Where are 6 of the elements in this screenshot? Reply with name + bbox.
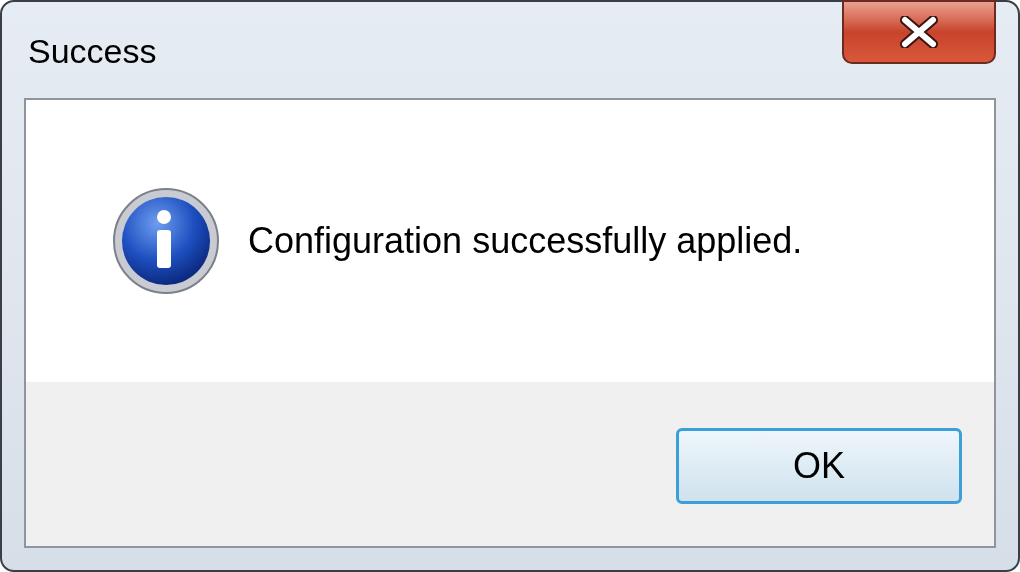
ok-button[interactable]: OK [676, 428, 962, 504]
close-icon [899, 16, 939, 48]
window-title: Success [28, 31, 157, 72]
info-icon [112, 187, 220, 295]
message-text: Configuration successfully applied. [248, 219, 803, 263]
close-button[interactable] [842, 0, 996, 64]
